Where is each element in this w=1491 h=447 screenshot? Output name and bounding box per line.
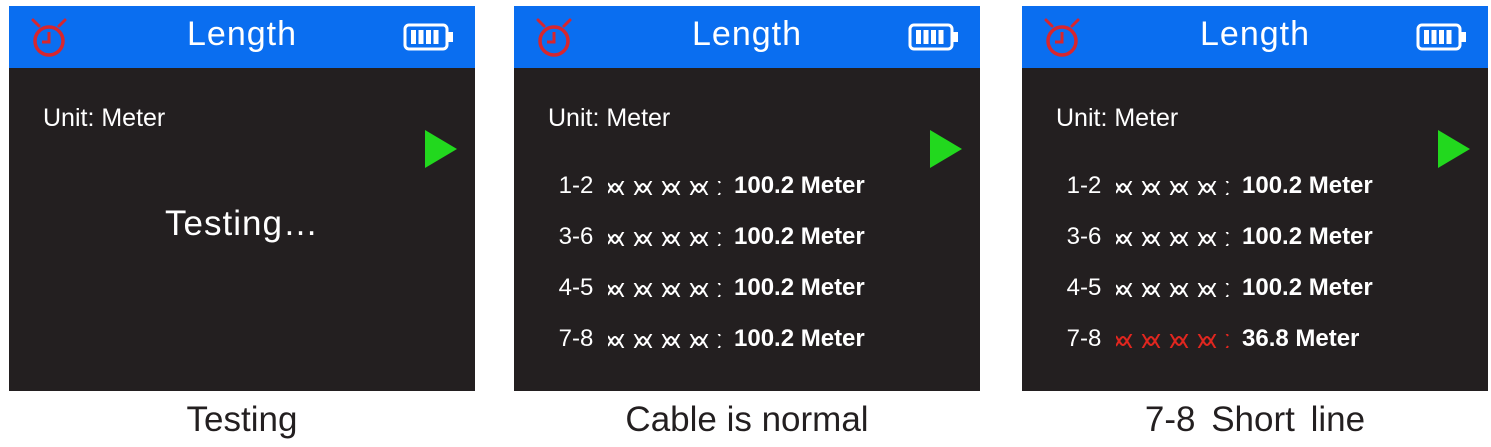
twisted-pair-fault-icon [1116,334,1230,348]
pair-label: 7-8 [558,325,594,352]
play-icon [425,130,457,168]
pair-label: 4-5 [1066,274,1102,301]
screen-header: Length [9,6,475,68]
screen-header: Length [514,6,980,68]
testing-status: Testing… [165,204,319,243]
pair-length: 36.8 Meter [1242,325,1360,352]
screen-normal: Length Unit: Meter 1-2 100.2 Meter 3-6 1… [514,6,980,391]
play-icon [1438,130,1470,168]
pair-label: 4-5 [558,274,594,301]
twisted-pair-icon [608,232,722,246]
battery-icon [1416,22,1468,52]
twisted-pair-icon [608,181,722,195]
unit-label: Unit: Meter [1056,104,1179,132]
pair-label: 1-2 [558,172,594,199]
pair-length: 100.2 Meter [734,325,865,352]
pair-length: 100.2 Meter [734,223,865,250]
screen-short: Length Unit: Meter 1-2 100.2 Meter 3-6 1… [1022,6,1488,391]
unit-label: Unit: Meter [548,104,671,132]
twisted-pair-icon [1116,232,1230,246]
pair-label: 7-8 [1066,325,1102,352]
battery-icon [403,22,455,52]
caption-normal: Cable is normal [625,400,869,439]
play-icon [930,130,962,168]
screen-testing: Length Unit: Meter Testing… [9,6,475,391]
twisted-pair-icon [608,334,722,348]
pair-length: 100.2 Meter [1242,223,1373,250]
screen-header: Length [1022,6,1488,68]
twisted-pair-icon [1116,283,1230,297]
twisted-pair-icon [1116,181,1230,195]
pair-label: 3-6 [558,223,594,250]
pair-length: 100.2 Meter [1242,172,1373,199]
pair-length: 100.2 Meter [734,274,865,301]
unit-label: Unit: Meter [43,104,166,132]
caption-short: 7-8 Short line [1144,400,1366,439]
pair-label: 3-6 [1066,223,1102,250]
pair-length: 100.2 Meter [734,172,865,199]
pair-label: 1-2 [1066,172,1102,199]
caption-testing: Testing [186,400,298,439]
pair-length: 100.2 Meter [1242,274,1373,301]
battery-icon [908,22,960,52]
twisted-pair-icon [608,283,722,297]
